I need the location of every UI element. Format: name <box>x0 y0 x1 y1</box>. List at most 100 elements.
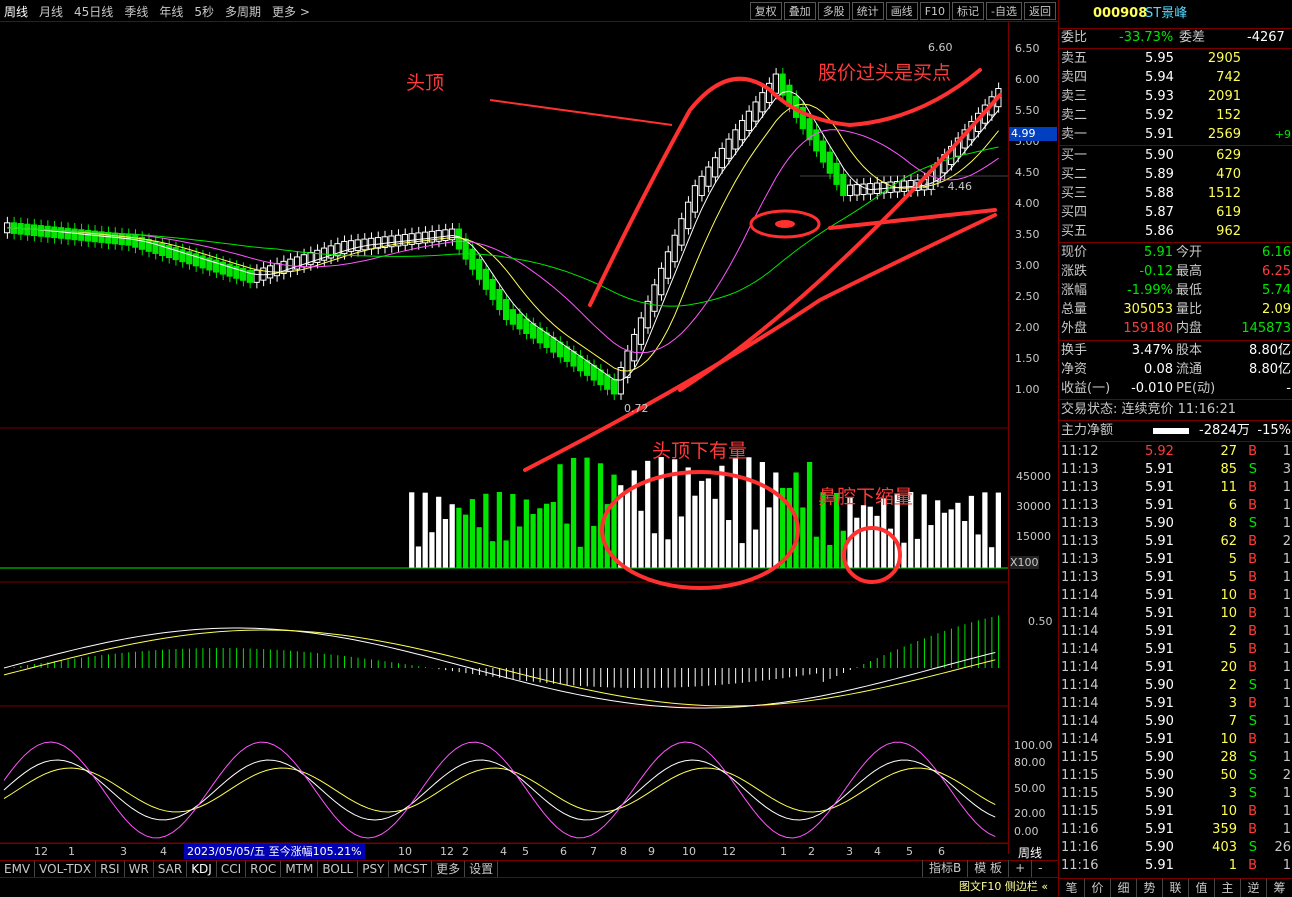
period-tab-3[interactable]: 季线 <box>124 3 148 20</box>
kdj-j <box>3 741 996 839</box>
candle <box>51 226 58 239</box>
indicator-tab-11[interactable]: MCST <box>389 861 433 877</box>
tick-row: 11:13 5.91 6 B 1 <box>1061 498 1291 513</box>
bid-label: 买四 <box>1061 205 1088 220</box>
template-button-3[interactable]: - <box>1031 860 1048 877</box>
bid-row[interactable]: 买二 5.89 470 <box>1059 165 1292 184</box>
ask-price: 5.91 <box>1145 127 1174 142</box>
template-button-1[interactable]: 模 板 <box>967 860 1008 877</box>
time-tick: 1 <box>68 845 75 858</box>
time-tick: 12 <box>440 845 454 858</box>
tool-button-3[interactable]: 统计 <box>851 2 884 20</box>
indicator-tab-4[interactable]: SAR <box>154 861 188 877</box>
ask-row[interactable]: 卖五 5.95 2905 <box>1059 49 1292 68</box>
right-footer[interactable]: 图文F10 侧边栏 « <box>959 878 1048 894</box>
volume-bar <box>753 529 759 568</box>
volume-bar <box>537 508 543 568</box>
date-tooltip: 2023/05/05/五 至今涨幅105.21% <box>184 844 365 859</box>
right-tab-1[interactable]: 价 <box>1085 879 1111 897</box>
candle <box>536 327 543 344</box>
bid-row[interactable]: 买一 5.90 629 <box>1059 146 1292 165</box>
ask-row[interactable]: 卖四 5.94 742 <box>1059 68 1292 87</box>
tool-button-4[interactable]: 画线 <box>885 2 918 20</box>
net-flow-row[interactable]: 主力净额 -2824万 -15% <box>1059 421 1292 440</box>
candle <box>583 360 591 376</box>
right-tab-5[interactable]: 值 <box>1189 879 1215 897</box>
candle <box>833 162 840 185</box>
kline-chart[interactable] <box>0 22 1058 865</box>
time-tick: 5 <box>906 845 913 858</box>
bid-label: 买五 <box>1061 224 1088 239</box>
volume-tick: 45000 <box>1016 470 1051 483</box>
candle <box>685 201 692 230</box>
tool-button-7[interactable]: -自选 <box>986 2 1022 20</box>
bid-row[interactable]: 买三 5.88 1512 <box>1059 184 1292 203</box>
wc-value: -4267 <box>1247 30 1285 45</box>
ask-row[interactable]: 卖一 5.91 2569 +9 <box>1059 125 1292 144</box>
ask-volume: 152 <box>1216 108 1241 123</box>
period-tab-0[interactable]: 周线 <box>4 3 28 20</box>
tool-button-8[interactable]: 返回 <box>1024 2 1056 20</box>
tool-button-6[interactable]: 标记 <box>952 2 985 20</box>
volume-bar <box>968 495 975 568</box>
candle <box>860 183 867 196</box>
indicator-tab-1[interactable]: VOL-TDX <box>35 861 97 877</box>
status-strip <box>0 877 1058 897</box>
right-tab-0[interactable]: 笔 <box>1059 879 1085 897</box>
tick-row: 11:13 5.91 11 B 1 <box>1061 480 1291 495</box>
candle <box>725 138 732 159</box>
indicator-tab-9[interactable]: BOLL <box>318 861 359 877</box>
right-tab-8[interactable]: 筹 <box>1267 879 1292 897</box>
tool-button-2[interactable]: 多股 <box>817 2 850 20</box>
quote-panel: 000908 ST景峰 委比 -33.73% 委差 -4267 卖五 5.95 29… <box>959 0 1292 897</box>
template-button-2[interactable]: + <box>1008 860 1031 877</box>
period-tab-5[interactable]: 5秒 <box>194 3 214 20</box>
indicator-tab-12[interactable]: 更多 <box>432 861 466 877</box>
candle <box>698 175 705 197</box>
indicator-tab-7[interactable]: ROC <box>246 861 282 877</box>
candle <box>900 180 908 192</box>
indicator-tab-3[interactable]: WR <box>125 861 154 877</box>
right-tab-3[interactable]: 势 <box>1137 879 1163 897</box>
ask-row[interactable]: 卖三 5.93 2091 <box>1059 87 1292 106</box>
indicator-tab-2[interactable]: RSI <box>96 861 125 877</box>
price-tick: 3.50 <box>1015 228 1040 241</box>
bid-row[interactable]: 买四 5.87 619 <box>1059 203 1292 222</box>
volume-bar <box>726 520 732 568</box>
period-tab-4[interactable]: 年线 <box>159 3 183 20</box>
candle <box>617 367 624 395</box>
right-tab-2[interactable]: 细 <box>1111 879 1137 897</box>
period-tab-7[interactable]: 更多 > <box>272 3 310 20</box>
indicator-tab-6[interactable]: CCI <box>217 861 247 877</box>
ask-price: 5.94 <box>1145 70 1174 85</box>
indicator-tab-8[interactable]: MTM <box>281 861 319 877</box>
tool-button-1[interactable]: 叠加 <box>783 2 816 20</box>
right-tab-7[interactable]: 逆 <box>1241 879 1267 897</box>
volume-unit: X100 <box>1010 556 1039 569</box>
candle <box>482 268 490 290</box>
indicator-tab-0[interactable]: EMV <box>0 861 36 877</box>
annotation-vol-nose: 鼻腔下缩量 <box>818 486 914 508</box>
volume-bar <box>638 510 644 568</box>
period-tab-6[interactable]: 多周期 <box>225 3 261 20</box>
indicator-tab-10[interactable]: PSY <box>358 861 390 877</box>
period-tab-1[interactable]: 月线 <box>39 3 63 20</box>
tool-button-5[interactable]: F10 <box>919 2 951 20</box>
volume-bar <box>685 467 691 568</box>
period-tab-2[interactable]: 45日线 <box>74 3 113 20</box>
indicator-tab-5[interactable]: KDJ <box>187 861 217 877</box>
candle <box>455 228 463 250</box>
bid-row[interactable]: 买五 5.86 962 <box>1059 222 1292 241</box>
bid-label: 买一 <box>1061 148 1088 163</box>
template-button-0[interactable]: 指标B <box>922 860 967 877</box>
time-tick: 6 <box>938 845 945 858</box>
volume-bar <box>449 504 455 568</box>
candle <box>846 184 854 197</box>
candle <box>637 317 645 345</box>
indicator-tab-13[interactable]: 设置 <box>465 861 499 877</box>
right-tab-4[interactable]: 联 <box>1163 879 1189 897</box>
ask-row[interactable]: 卖二 5.92 152 <box>1059 106 1292 125</box>
quote-value: 305053 <box>1123 302 1173 317</box>
tool-button-0[interactable]: 复权 <box>749 2 782 20</box>
right-tab-6[interactable]: 主 <box>1215 879 1241 897</box>
